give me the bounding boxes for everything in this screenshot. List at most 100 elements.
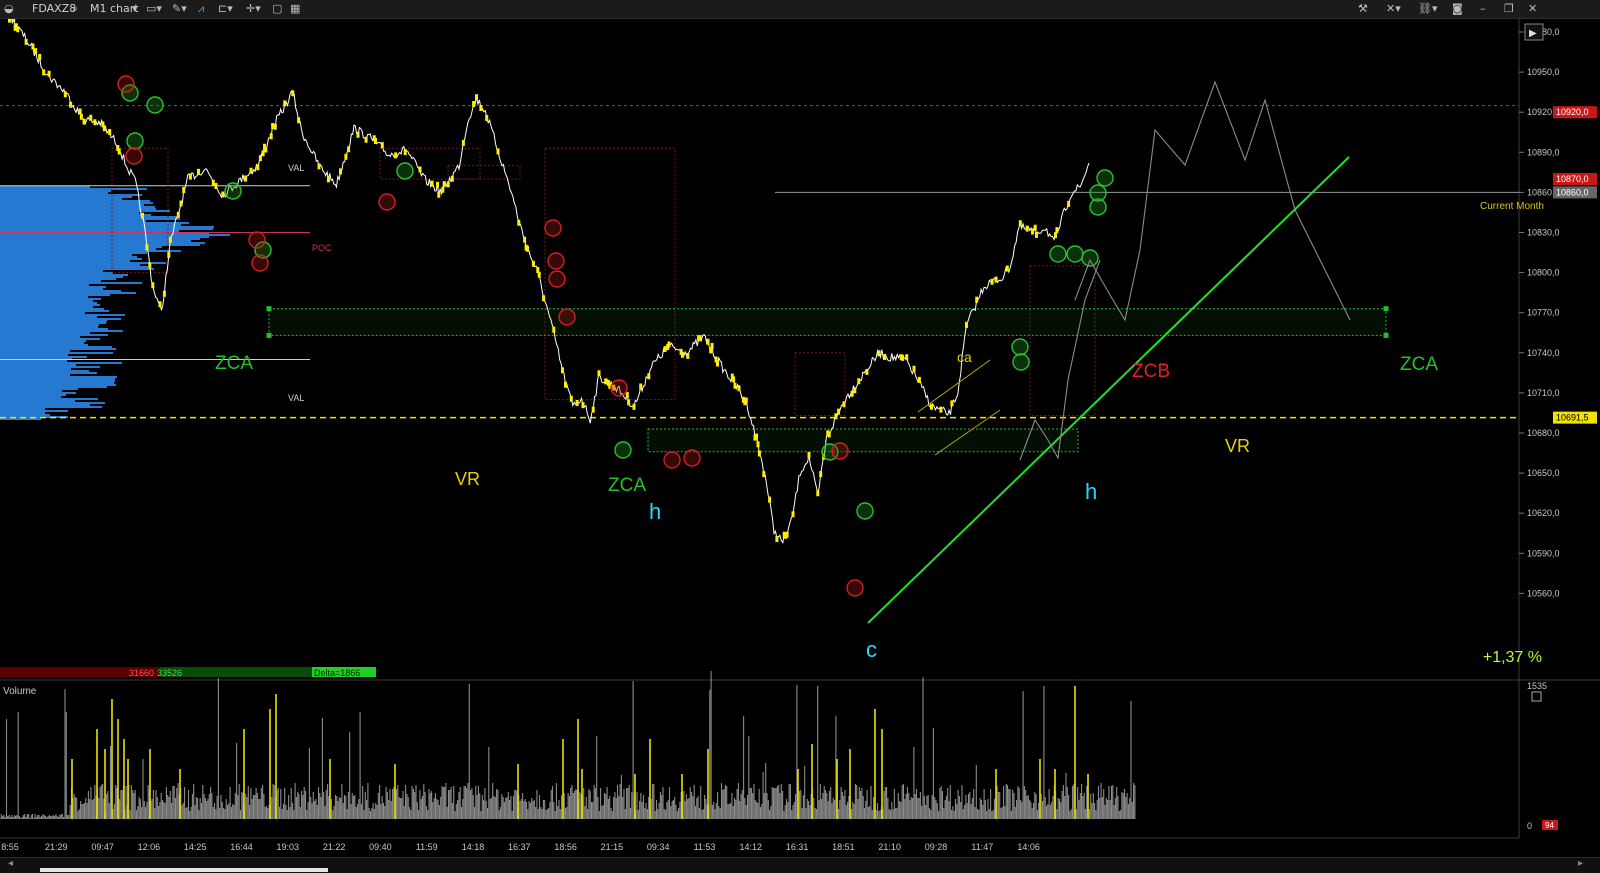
buy-signal-marker[interactable] (1012, 353, 1030, 371)
sell-signal-marker[interactable] (547, 252, 565, 270)
price-tick-label: 10830,0 (1527, 228, 1560, 238)
layout-icon[interactable]: ⊏▾ (218, 2, 233, 16)
time-tick-label: 09:40 (369, 842, 392, 852)
red-level-badge: 10920,0 (1556, 107, 1589, 117)
search-icon[interactable]: ⌕ (72, 2, 78, 16)
toolbar: ◒ FDAXZ8 ⌕ M1 chart ▾ ▭▾ ✎▾ ⩘ ⊏▾ ✛▾ ▢ ▦ … (0, 0, 1600, 19)
chart-canvas[interactable]: 10980,010950,010920,010890,010860,010830… (0, 19, 1600, 857)
sell-signal-marker[interactable] (610, 379, 628, 397)
time-tick-label: 09:28 (925, 842, 948, 852)
sell-signal-marker[interactable] (683, 449, 701, 467)
scroll-left-icon[interactable]: ◂ (8, 858, 13, 869)
time-tick-label: 21:10 (878, 842, 901, 852)
price-tick-label: 10740,0 (1527, 348, 1560, 358)
time-tick-label: 11:59 (416, 842, 438, 852)
symbol-label[interactable]: FDAXZ8 (32, 2, 76, 16)
panel-expand-icon: ▶ (1529, 28, 1537, 39)
current-month-label: Current Month (1480, 201, 1544, 212)
time-tick-label: 16:44 (230, 842, 253, 852)
price-tick-label: 10800,0 (1527, 268, 1560, 278)
price-tick-label: 10770,0 (1527, 308, 1560, 318)
current-price-badge: 10691,5 (1556, 413, 1589, 423)
buy-signal-marker[interactable] (1096, 169, 1114, 187)
zca-label-right: ZCA (1400, 354, 1438, 375)
restore-icon[interactable]: ❐ (1504, 2, 1514, 16)
poc-label: POC (312, 243, 332, 253)
chevron-down-icon[interactable]: ▾ (132, 2, 138, 16)
time-tick-label: 21:29 (45, 842, 68, 852)
zca-zone-handle[interactable] (266, 332, 272, 338)
monitor-icon[interactable]: ▭▾ (146, 2, 162, 16)
time-tick-label: 09:47 (91, 842, 114, 852)
sell-signal-marker[interactable] (846, 579, 864, 597)
sell-signal-marker[interactable] (831, 442, 849, 460)
price-tick-label: 10560,0 (1527, 588, 1560, 598)
time-tick-label: 11:53 (694, 842, 716, 852)
price-tick-label: 10650,0 (1527, 468, 1560, 478)
delta-buy-label: 33526 (157, 668, 182, 678)
current-month-badge: 10860,0 (1556, 187, 1589, 197)
buy-signal-marker[interactable] (856, 502, 874, 520)
close-icon[interactable]: ✕ (1528, 2, 1537, 16)
val-upper-label: VAL (288, 163, 304, 173)
zca-zone-handle[interactable] (1383, 306, 1389, 312)
pencil-icon[interactable]: ✎▾ (172, 2, 187, 16)
zca-zone-lower[interactable] (647, 428, 1079, 453)
price-tick-label: 10710,0 (1527, 388, 1560, 398)
buy-signal-marker[interactable] (126, 132, 144, 150)
sell-signal-marker[interactable] (125, 147, 143, 165)
scroll-right-icon[interactable]: ▸ (1578, 858, 1583, 869)
zca-zone-handle[interactable] (266, 306, 272, 312)
window-icon[interactable]: ▢ (272, 2, 282, 16)
horizontal-scrollbar[interactable]: ◂ ▸ (0, 857, 1600, 873)
time-tick-label: 11:47 (971, 842, 993, 852)
tools-icon[interactable]: ⚒ (1358, 2, 1368, 16)
sell-signal-marker[interactable] (251, 254, 269, 272)
app-logo-icon[interactable]: ◒ (4, 2, 14, 16)
time-tick-label: 16:37 (508, 842, 531, 852)
vr-label-right: VR (1225, 436, 1250, 456)
sell-signal-marker[interactable] (378, 193, 396, 211)
volume-panel-title: Volume (3, 686, 37, 697)
zcb-label: ZCB (1132, 361, 1170, 382)
buy-signal-marker[interactable] (614, 441, 632, 459)
link-icon[interactable]: ⛓▾ (1418, 2, 1438, 16)
zca-label-lower: ZCA (608, 475, 646, 496)
sell-signal-marker[interactable] (544, 219, 562, 237)
indicator-icon[interactable]: ⩘ (198, 2, 204, 16)
delta-net-label: Delta=1866 (314, 668, 360, 678)
sell-signal-marker[interactable] (548, 270, 566, 288)
time-tick-label: 14:18 (462, 842, 485, 852)
time-tick-label: 21:15 (601, 842, 624, 852)
buy-signal-marker[interactable] (1011, 338, 1029, 356)
minimize-icon[interactable]: – (1480, 2, 1486, 16)
buy-signal-marker[interactable] (146, 96, 164, 114)
zca-zone-upper[interactable] (268, 308, 1387, 336)
time-tick-label: 14:06 (1017, 842, 1040, 852)
zca-zone-handle[interactable] (1383, 332, 1389, 338)
time-tick-label: 18:51 (832, 842, 855, 852)
buy-signal-marker[interactable] (224, 182, 242, 200)
delta-sell-label: 31660 (129, 668, 154, 678)
crosshair-icon[interactable]: ✛▾ (246, 2, 261, 16)
buy-signal-marker[interactable] (1049, 245, 1067, 263)
buy-signal-marker[interactable] (396, 162, 414, 180)
price-tick-label: 10890,0 (1527, 147, 1560, 157)
buy-signal-marker[interactable] (1089, 184, 1107, 202)
sell-signal-marker[interactable] (558, 308, 576, 326)
val-lower-label: VAL (288, 393, 304, 403)
sell-signal-marker[interactable] (248, 231, 266, 249)
palette-icon[interactable]: ▦ (290, 2, 300, 16)
buy-signal-marker[interactable] (1066, 245, 1084, 263)
price-tick-label: 10620,0 (1527, 508, 1560, 518)
price-tick-label: 10950,0 (1527, 67, 1560, 77)
time-tick-label: 21:22 (323, 842, 346, 852)
buy-signal-marker[interactable] (1081, 249, 1099, 267)
volume-max-tick: 1535 (1527, 681, 1547, 691)
sell-signal-marker[interactable] (663, 451, 681, 469)
scroll-thumb[interactable] (40, 868, 328, 872)
camera-icon[interactable]: ◙ (1452, 2, 1463, 16)
cross-icon[interactable]: ✕▾ (1386, 2, 1401, 16)
h-label-left: h (649, 499, 661, 524)
sell-signal-marker[interactable] (117, 75, 135, 93)
